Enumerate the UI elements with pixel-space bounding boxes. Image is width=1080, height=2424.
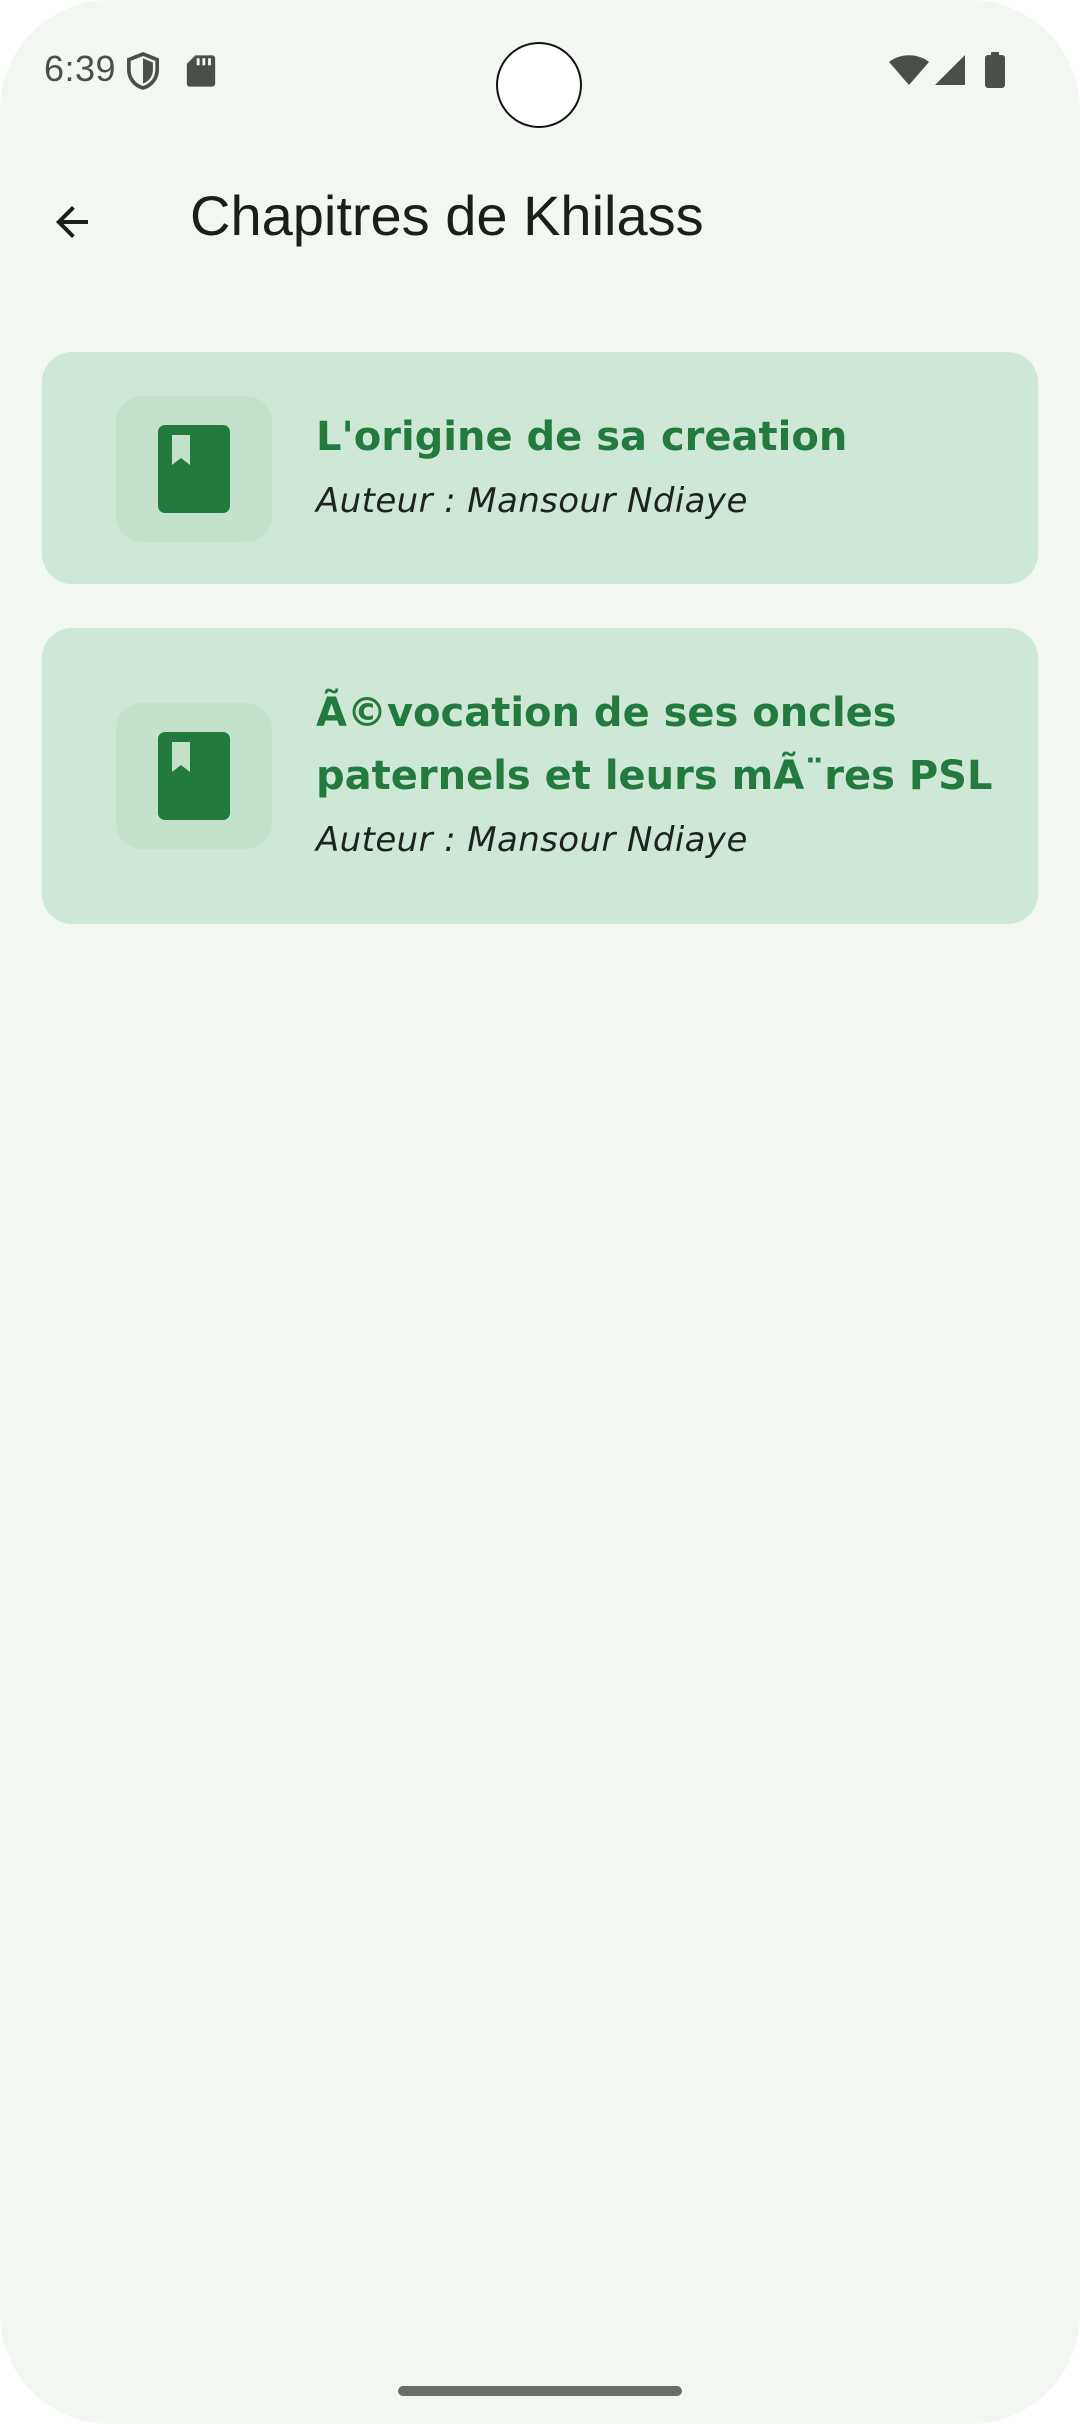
camera-cutout (498, 44, 580, 126)
chapter-title: Ã©vocation de ses oncles paternels et le… (316, 690, 993, 799)
status-bar: 6:39 (0, 0, 1080, 140)
chapter-text: L'origine de sa creation Auteur : Mansou… (316, 406, 998, 521)
chapter-author: Auteur : Mansour Ndiaye (316, 820, 748, 860)
chapter-title: L'origine de sa creation (316, 414, 848, 460)
book-bookmark-icon (158, 732, 230, 820)
back-button[interactable] (34, 184, 110, 260)
chapter-card[interactable]: Ã©vocation de ses oncles paternels et le… (42, 628, 1038, 924)
chapter-author: Auteur : Mansour Ndiaye (316, 481, 748, 521)
shield-icon (126, 52, 160, 90)
top-app-bar: Chapitres de Khilass (0, 160, 1080, 270)
battery-icon (985, 52, 1005, 88)
arrow-left-icon (56, 206, 88, 238)
book-bookmark-icon (158, 425, 230, 513)
wifi-icon (889, 55, 929, 85)
chapter-card[interactable]: L'origine de sa creation Auteur : Mansou… (42, 352, 1038, 584)
chapter-icon-container (116, 703, 272, 849)
screen: 6:39 Chapitres de Khilass L'origine de s… (0, 0, 1080, 2424)
gesture-navigation-bar[interactable] (398, 2386, 682, 2396)
cellular-signal-icon (935, 55, 965, 85)
status-time: 6:39 (44, 48, 117, 89)
chapter-icon-container (116, 396, 272, 542)
chapter-text: Ã©vocation de ses oncles paternels et le… (316, 682, 998, 860)
sd-card-icon (186, 55, 216, 87)
page-title: Chapitres de Khilass (190, 184, 704, 247)
